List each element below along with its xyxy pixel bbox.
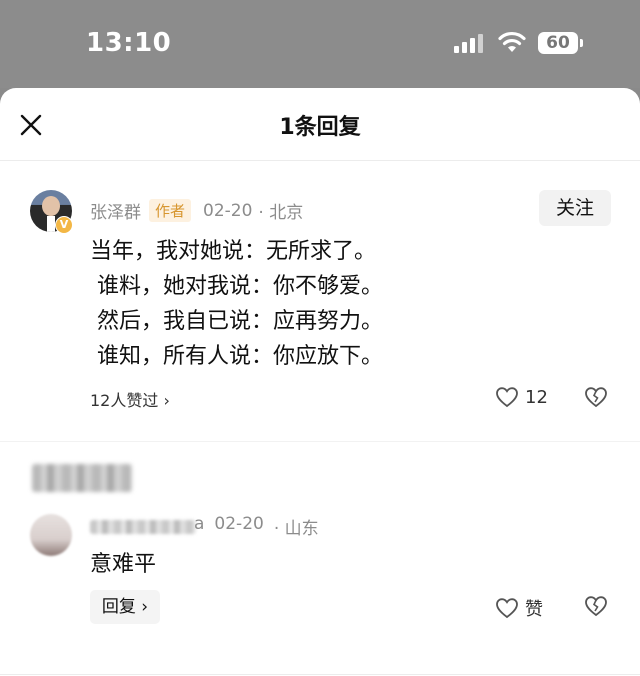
battery-nub: [580, 39, 583, 47]
comment-line: 谁料，她对我说：你不够爱。: [90, 274, 383, 299]
reply-name-suffix: a: [194, 514, 205, 534]
broken-heart-icon[interactable]: [584, 595, 608, 617]
reply-like-button[interactable]: 赞: [495, 595, 543, 621]
cellular-signal-icon: [454, 33, 486, 53]
reply-location: · 山东: [273, 519, 319, 539]
sheet-title: 1条回复: [279, 115, 361, 140]
comment-date: 02-20: [203, 200, 253, 221]
status-bar: 13:10 60: [0, 0, 640, 88]
like-count: 12: [525, 386, 548, 408]
broken-heart-icon[interactable]: [584, 386, 608, 408]
main-comment-text: 当年，我对她说：无所求了。 谁料，她对我说：你不够爱。 然后，我自已说：应再努力…: [90, 234, 383, 374]
reply-avatar[interactable]: [30, 514, 72, 556]
author-name[interactable]: 张泽群: [90, 198, 141, 223]
main-comment-meta: 张泽群 作者 02-20 · 北京: [90, 198, 303, 223]
author-tag: 作者: [149, 199, 192, 222]
bottom-divider: [0, 674, 640, 675]
reply-text: 意难平: [90, 552, 157, 577]
comment-line: 然后，我自已说：应再努力。: [90, 309, 383, 334]
follow-button[interactable]: 关注: [539, 190, 611, 226]
header-divider: [0, 160, 640, 161]
reply-date: 02-20: [214, 514, 264, 534]
comment-location: · 北京: [258, 203, 304, 223]
blurred-section-label: [32, 464, 132, 492]
status-time: 13:10: [86, 28, 172, 58]
replies-sheet: 1条回复 V 张泽群 作者 02-20 · 北京 关注 当年，我对她说：无所求了…: [0, 88, 640, 676]
heart-icon: [496, 598, 518, 619]
verified-badge-icon: V: [55, 216, 73, 234]
heart-icon: [496, 387, 518, 408]
like-button[interactable]: 12: [495, 386, 548, 408]
reply-button[interactable]: 回复 ›: [90, 590, 160, 624]
section-divider: [0, 441, 640, 442]
battery-icon: 60: [538, 32, 578, 54]
comment-line: 当年，我对她说：无所求了。: [90, 239, 377, 264]
reply-like-label: 赞: [525, 599, 543, 620]
wifi-icon: [498, 31, 526, 52]
reply-meta: a 02-20 · 山东: [194, 514, 329, 539]
likers-link[interactable]: 12人赞过 ›: [90, 387, 170, 411]
reply-username-blurred[interactable]: [90, 520, 196, 534]
comment-line: 谁知，所有人说：你应放下。: [90, 344, 383, 369]
